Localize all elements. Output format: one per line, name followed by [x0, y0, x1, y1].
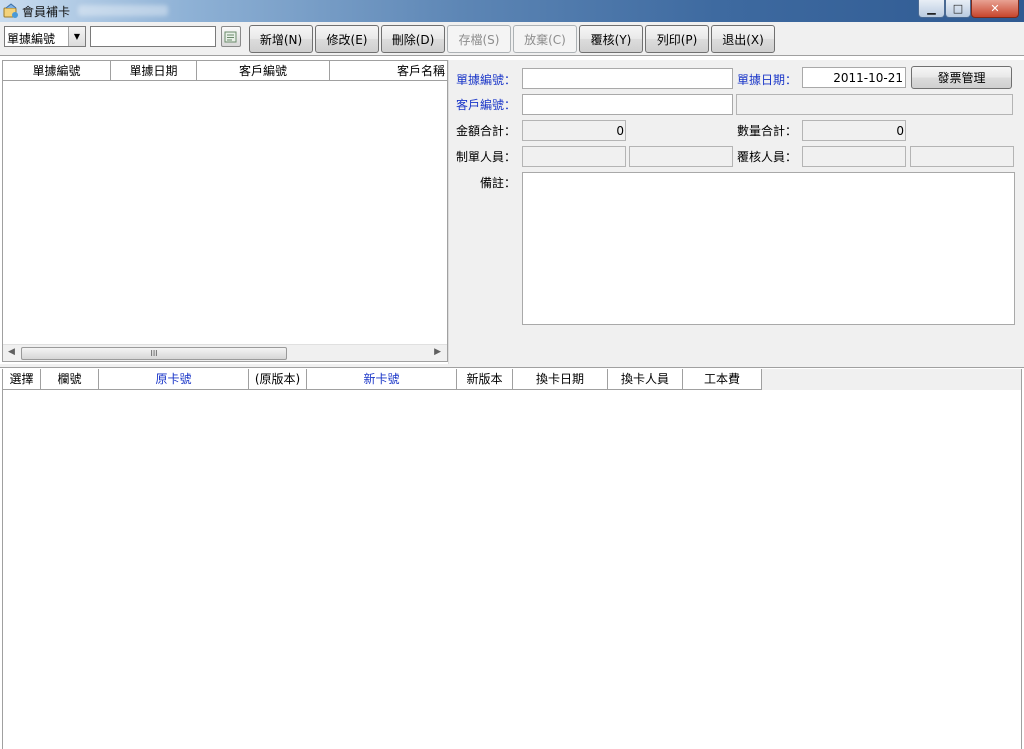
close-button[interactable]: ✕: [971, 0, 1019, 18]
doc-date-value: 2011-10-21: [833, 71, 903, 85]
horizontal-splitter[interactable]: [0, 364, 1024, 368]
col-old-card-no[interactable]: 原卡號: [99, 369, 249, 390]
customer-name-field: [736, 94, 1013, 115]
customer-no-label: 客戶編號：: [456, 98, 517, 112]
header-filler: [762, 369, 1021, 390]
col-old-version[interactable]: (原版本): [249, 369, 307, 390]
new-button[interactable]: 新增(N): [249, 25, 313, 53]
creator-name-field: [629, 146, 733, 167]
detail-grid[interactable]: 選擇 欄號 原卡號 (原版本) 新卡號 新版本 換卡日期 換卡人員 工本費: [2, 369, 1022, 749]
save-button[interactable]: 存檔(S): [447, 25, 511, 53]
toolbar: 單據編號 ▼ 新增(N) 修改(E) 刪除(D) 存檔(S) 放棄(C) 覆核(…: [0, 22, 1024, 56]
doc-date-label: 單據日期：: [737, 73, 798, 87]
detail-grid-header: 選擇 欄號 原卡號 (原版本) 新卡號 新版本 換卡日期 換卡人員 工本費: [3, 369, 1021, 390]
creator-label: 制單人員：: [456, 150, 517, 164]
detail-form: 單據編號： 單據日期： 2011-10-21 發票管理 客戶編號： 金額合計： …: [452, 60, 1024, 364]
exit-button[interactable]: 退出(X): [711, 25, 775, 53]
search-field-select[interactable]: 單據編號 ▼: [4, 26, 86, 47]
title-bar: 會員補卡 ▁ □ ✕: [0, 0, 1024, 22]
minimize-button[interactable]: ▁: [918, 0, 945, 18]
reviewer-code-field: [802, 146, 906, 167]
doc-no-field[interactable]: [522, 68, 733, 89]
remark-textarea[interactable]: [522, 172, 1015, 325]
amount-total-value: 0: [616, 124, 624, 138]
reviewer-label: 覆核人員：: [737, 150, 798, 164]
document-list-header: 單據編號 單據日期 客戶編號 客戶名稱: [3, 61, 447, 81]
col-doc-date[interactable]: 單據日期: [111, 61, 197, 81]
chevron-down-icon[interactable]: ▼: [68, 27, 85, 46]
col-row-no[interactable]: 欄號: [41, 369, 99, 390]
quantity-total-value: 0: [896, 124, 904, 138]
find-icon: [224, 31, 237, 42]
col-change-staff[interactable]: 換卡人員: [608, 369, 683, 390]
horizontal-scrollbar[interactable]: ◀ III ▶: [3, 344, 447, 361]
remark-label: 備註：: [480, 176, 517, 190]
col-select[interactable]: 選擇: [3, 369, 41, 390]
document-list[interactable]: 單據編號 單據日期 客戶編號 客戶名稱 ◀ III ▶: [2, 60, 448, 362]
scroll-right-icon[interactable]: ▶: [434, 347, 441, 357]
search-input[interactable]: [90, 26, 216, 47]
review-button[interactable]: 覆核(Y): [579, 25, 643, 53]
quantity-total-label: 數量合計：: [737, 124, 798, 138]
doc-no-label: 單據編號：: [456, 73, 517, 87]
col-new-version[interactable]: 新版本: [457, 369, 513, 390]
invoice-management-button[interactable]: 發票管理: [911, 66, 1012, 89]
delete-button[interactable]: 刪除(D): [381, 25, 445, 53]
customer-no-field[interactable]: [522, 94, 733, 115]
col-new-card-no[interactable]: 新卡號: [307, 369, 457, 390]
print-button[interactable]: 列印(P): [645, 25, 709, 53]
search-field-value: 單據編號: [7, 32, 56, 46]
creator-code-field: [522, 146, 626, 167]
col-doc-no[interactable]: 單據編號: [3, 61, 111, 81]
scroll-left-icon[interactable]: ◀: [8, 347, 15, 357]
maximize-button[interactable]: □: [945, 0, 971, 18]
doc-date-field[interactable]: 2011-10-21: [802, 67, 906, 88]
amount-total-label: 金額合計：: [456, 124, 517, 138]
col-customer-no[interactable]: 客戶編號: [197, 61, 330, 81]
quantity-total-field: 0: [802, 120, 906, 141]
reviewer-name-field: [910, 146, 1014, 167]
amount-total-field: 0: [522, 120, 626, 141]
col-change-date[interactable]: 換卡日期: [513, 369, 608, 390]
col-customer-name[interactable]: 客戶名稱: [330, 61, 447, 81]
cancel-button[interactable]: 放棄(C): [513, 25, 577, 53]
title-blur: [78, 5, 168, 16]
find-button[interactable]: [221, 26, 241, 47]
scrollbar-thumb[interactable]: III: [21, 347, 287, 360]
col-fee[interactable]: 工本費: [683, 369, 762, 390]
edit-button[interactable]: 修改(E): [315, 25, 379, 53]
window-title: 會員補卡: [22, 5, 71, 19]
app-icon: [3, 3, 18, 18]
